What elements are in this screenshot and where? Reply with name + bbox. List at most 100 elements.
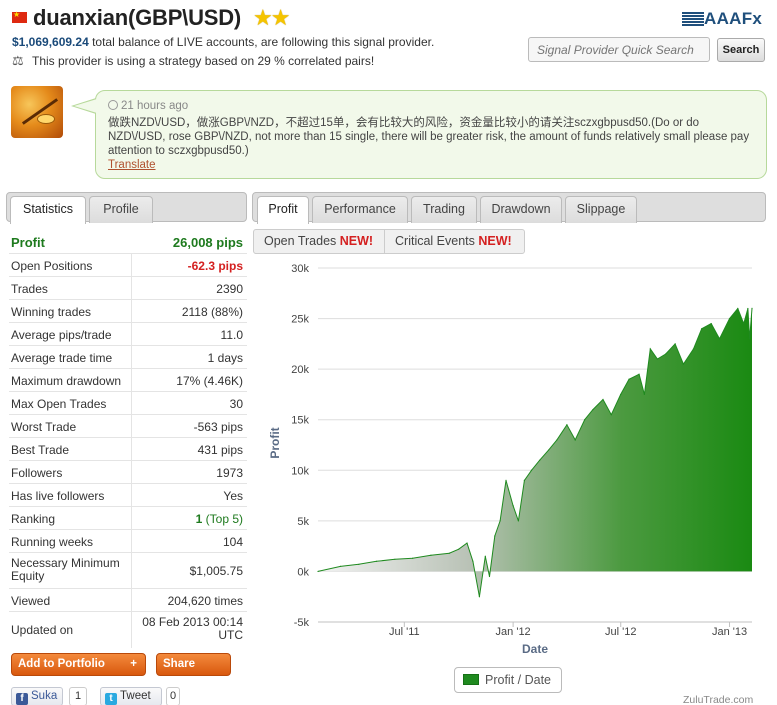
y-tick-label: 5k xyxy=(297,516,309,528)
data-point xyxy=(358,563,360,565)
stat-value: 2118 (88%) xyxy=(181,305,243,319)
data-point xyxy=(530,469,533,471)
data-point xyxy=(610,414,612,416)
data-point xyxy=(628,378,630,380)
data-point xyxy=(592,409,594,411)
statistics-table: Profit 26,008 pips Open Positions -62.3 … xyxy=(9,231,247,648)
data-point xyxy=(747,307,749,310)
tab-slippage[interactable]: Slippage xyxy=(565,196,637,223)
data-point xyxy=(556,439,558,441)
data-point xyxy=(466,542,468,544)
stat-value: 431 pips xyxy=(197,443,243,457)
twitter-icon: t xyxy=(105,693,117,705)
x-axis-label: Date xyxy=(522,642,548,656)
tab-critical-events[interactable]: Critical Events NEW! xyxy=(385,230,525,253)
data-point xyxy=(339,565,342,567)
search-button[interactable]: Search xyxy=(717,38,765,62)
facebook-like-button[interactable]: f Suka xyxy=(11,687,63,705)
aaafx-logo-aaa: AAA xyxy=(704,9,742,28)
data-point xyxy=(523,479,525,481)
data-point xyxy=(317,570,319,573)
provider-avatar[interactable] xyxy=(11,86,63,138)
stat-value: 11.0 xyxy=(220,328,243,342)
data-point xyxy=(517,520,520,522)
data-point xyxy=(512,505,514,507)
stat-label: Average pips/trade xyxy=(11,328,112,342)
translate-link[interactable]: Translate xyxy=(108,158,754,172)
add-to-portfolio-label: Add to Portfolio xyxy=(18,658,105,670)
tab-performance[interactable]: Performance xyxy=(312,196,408,223)
legend-label: Profit / Date xyxy=(485,673,551,687)
tweet-button[interactable]: t Tweet xyxy=(100,687,162,705)
stat-value: 17% (4.46K) xyxy=(176,374,243,388)
share-button[interactable]: Share xyxy=(156,653,231,676)
y-tick-label: 30k xyxy=(291,263,309,275)
y-axis-label: Profit xyxy=(268,427,282,458)
y-tick-label: 10k xyxy=(291,465,309,477)
provider-title: duanxian(GBP\USD) xyxy=(33,5,242,30)
tab-trading[interactable]: Trading xyxy=(411,196,477,223)
data-point xyxy=(547,449,550,451)
china-flag-icon: ★ xyxy=(12,10,27,23)
data-point xyxy=(448,552,450,554)
stat-row-best: Best Trade 431 pips xyxy=(9,438,247,461)
stat-label: Updated on xyxy=(11,623,74,637)
stat-value: 08 Feb 2013 00:14 UTC xyxy=(142,615,243,642)
stat-value: 30 xyxy=(229,397,243,411)
new-badge: NEW! xyxy=(478,234,512,248)
y-tick-label: 20k xyxy=(291,364,309,376)
tab-drawdown[interactable]: Drawdown xyxy=(480,196,562,223)
data-point xyxy=(737,307,739,310)
stat-row-avg-time: Average trade time 1 days xyxy=(9,346,247,369)
add-to-portfolio-button[interactable]: Add to Portfolio + xyxy=(11,653,146,676)
data-point xyxy=(375,560,378,562)
stat-row-winning: Winning trades 2118 (88%) xyxy=(9,300,247,323)
correlation-text: This provider is using a strategy based … xyxy=(32,54,375,68)
facebook-label: Suka xyxy=(31,690,58,702)
data-point xyxy=(412,557,414,559)
new-badge: NEW! xyxy=(339,234,374,248)
legend-swatch xyxy=(463,674,479,685)
tab-statistics[interactable]: Statistics xyxy=(10,196,86,224)
tab-profit[interactable]: Profit xyxy=(257,196,309,224)
provider-search-input[interactable] xyxy=(528,37,710,62)
aaafx-logo[interactable]: AAAFx xyxy=(682,9,762,29)
stat-label: Trades xyxy=(11,282,48,296)
data-point xyxy=(584,419,586,421)
y-tick-label: 25k xyxy=(291,314,309,326)
x-tick-label: Jan '12 xyxy=(496,626,531,638)
stat-row-followers: Followers 1973 xyxy=(9,461,247,484)
data-point xyxy=(472,560,474,562)
data-point xyxy=(682,363,685,365)
x-tick-label: Jan '13 xyxy=(712,626,747,638)
comment-time: 21 hours ago xyxy=(108,99,754,113)
stat-value: 1 (Top 5) xyxy=(196,512,243,526)
data-point xyxy=(751,307,753,309)
stat-row-avg-pips: Average pips/trade 11.0 xyxy=(9,323,247,346)
comment-bubble: 21 hours ago 做跌NZD\/USD，做涨GBP\/NZD，不超过15… xyxy=(95,90,767,179)
y-tick-label: 0k xyxy=(297,566,309,578)
balance-amount: $1,069,609.24 xyxy=(12,35,89,49)
tab-profile[interactable]: Profile xyxy=(89,196,153,223)
stat-value: 26,008 pips xyxy=(172,235,243,250)
chart-y-ticks: -5k 0k 5k 10k 15k 20k 25k 30k xyxy=(291,263,309,629)
stat-label: Best Trade xyxy=(11,443,70,457)
stat-label: Average trade time xyxy=(11,351,113,365)
stat-label: Has live followers xyxy=(11,489,105,503)
data-point xyxy=(749,338,751,340)
stat-row-min-equity: Necessary Minimum Equity $1,005.75 xyxy=(9,553,247,589)
stat-value: -62.3 pips xyxy=(187,259,243,273)
stat-label: Ranking xyxy=(11,512,56,526)
tab-open-trades[interactable]: Open Trades NEW! xyxy=(254,230,384,253)
data-point xyxy=(430,554,432,556)
profit-line-series xyxy=(317,307,753,597)
stat-row-worst: Worst Trade -563 pips xyxy=(9,415,247,438)
ranking-top: (Top 5) xyxy=(202,512,243,526)
stat-row-viewed: Viewed 204,620 times xyxy=(9,589,247,612)
data-point xyxy=(458,548,460,550)
stat-label: Profit xyxy=(11,235,45,250)
zulutrade-credit[interactable]: ZuluTrade.com xyxy=(683,694,753,705)
chart-legend[interactable]: Profit / Date xyxy=(454,667,562,693)
data-point xyxy=(539,459,541,461)
data-point xyxy=(484,555,486,557)
